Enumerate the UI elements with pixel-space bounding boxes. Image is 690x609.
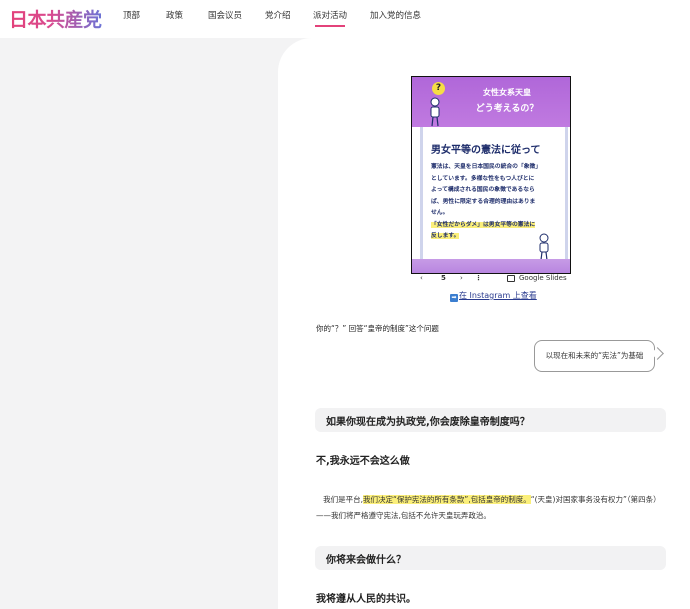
slide-footer-band [412, 259, 570, 273]
site-logo[interactable]: 日本共産党 [9, 5, 102, 32]
paragraph-prefix: 我们是平台, [323, 495, 364, 504]
slide-text-line: ば、男性に限定する合理的理由はありま [431, 198, 536, 205]
question-mark-icon: ? [432, 82, 445, 95]
nav-item-diet-members[interactable]: 国会议员 [208, 9, 242, 21]
site-header: 日本共産党 顶部 政策 国会议员 党介绍 派对活动 加入党的信息 [0, 0, 690, 38]
next-slide-button[interactable]: › [460, 274, 463, 282]
answer-paragraph: 我们是平台,我们决定“保护宪法的所有条款”,包括皇帝的制度。“(天皇)对国家事务… [316, 492, 666, 524]
slide-text-line: せん。 [431, 210, 449, 216]
slide-text-line: よって構成される国民の象徴であるなら [431, 187, 535, 193]
google-slides-link[interactable]: Google Slides [519, 274, 567, 282]
google-slides-icon [507, 275, 515, 282]
question-intro: 你的“？” 回答“皇帝的制度”这个问题 [316, 324, 439, 333]
nav-item-join-party[interactable]: 加入党的信息 [370, 9, 421, 21]
answer-2: 我将遵从人民的共识。 [316, 594, 416, 605]
slide-page-number: 5 [441, 274, 446, 282]
slide-text-line: 憲法は、天皇を日本国民の統合の「象徴」 [431, 164, 542, 170]
speech-bubble: 以现在和未来的“宪法”为基础 [534, 340, 655, 372]
instagram-link-text[interactable]: 在 Instagram 上查看 [459, 291, 537, 300]
question-box-2: 你将来会做什么？ [315, 546, 666, 570]
paragraph-highlight: 我们决定“保护宪法的所有条款”,包括皇帝的制度。 [363, 495, 531, 504]
slide-body: 男女平等の憲法に従って 憲法は、天皇を日本国民の統合の「象徴」 としています。多… [420, 127, 568, 267]
instagram-link[interactable]: ➡ 在 Instagram 上查看 [450, 290, 537, 302]
embedded-slide[interactable]: ? 女性女系天皇 どう考えるの？ 男女平等の憲法に従って 憲法は、天皇を日本国民… [411, 76, 571, 274]
main-content: ? 女性女系天皇 どう考えるの？ 男女平等の憲法に従って 憲法は、天皇を日本国民… [278, 38, 690, 609]
question-box-1: 如果你现在成为执政党,你会废除皇帝制度吗？ [315, 408, 666, 432]
answer-1: 不,我永远不会这么做 [316, 456, 410, 467]
slide-title-line1: 女性女系天皇 [483, 88, 531, 97]
slides-controls: ‹ 5 › ⋮ Google Slides [411, 272, 569, 286]
slide-text: 憲法は、天皇を日本国民の統合の「象徴」 としています。多様な性をもつ人びとに よ… [431, 162, 559, 243]
person-illustration-icon [430, 97, 440, 127]
person-thinking-icon [539, 233, 549, 261]
question-1: 如果你现在成为执政党,你会废除皇帝制度吗？ [326, 417, 530, 428]
slide-heading: 男女平等の憲法に従って [431, 145, 541, 156]
more-options-icon[interactable]: ⋮ [475, 274, 482, 282]
nav-item-party-activities[interactable]: 派对活动 [313, 9, 347, 27]
slide-highlight-line: 「女性だからダメ」は男女平等の憲法に [431, 221, 536, 228]
nav-item-policy[interactable]: 政策 [166, 9, 183, 21]
question-2: 你将来会做什么？ [326, 555, 406, 566]
slide-text-line: としています。多様な性をもつ人びとに [431, 175, 535, 182]
arrow-right-icon: ➡ [450, 294, 458, 302]
slide-title-line2: どう考えるの？ [475, 104, 539, 114]
nav-item-party-intro[interactable]: 党介绍 [265, 9, 291, 21]
slide-highlight-line: 反します。 [431, 233, 460, 239]
nav-item-top[interactable]: 顶部 [123, 9, 140, 21]
prev-slide-button[interactable]: ‹ [420, 274, 423, 282]
